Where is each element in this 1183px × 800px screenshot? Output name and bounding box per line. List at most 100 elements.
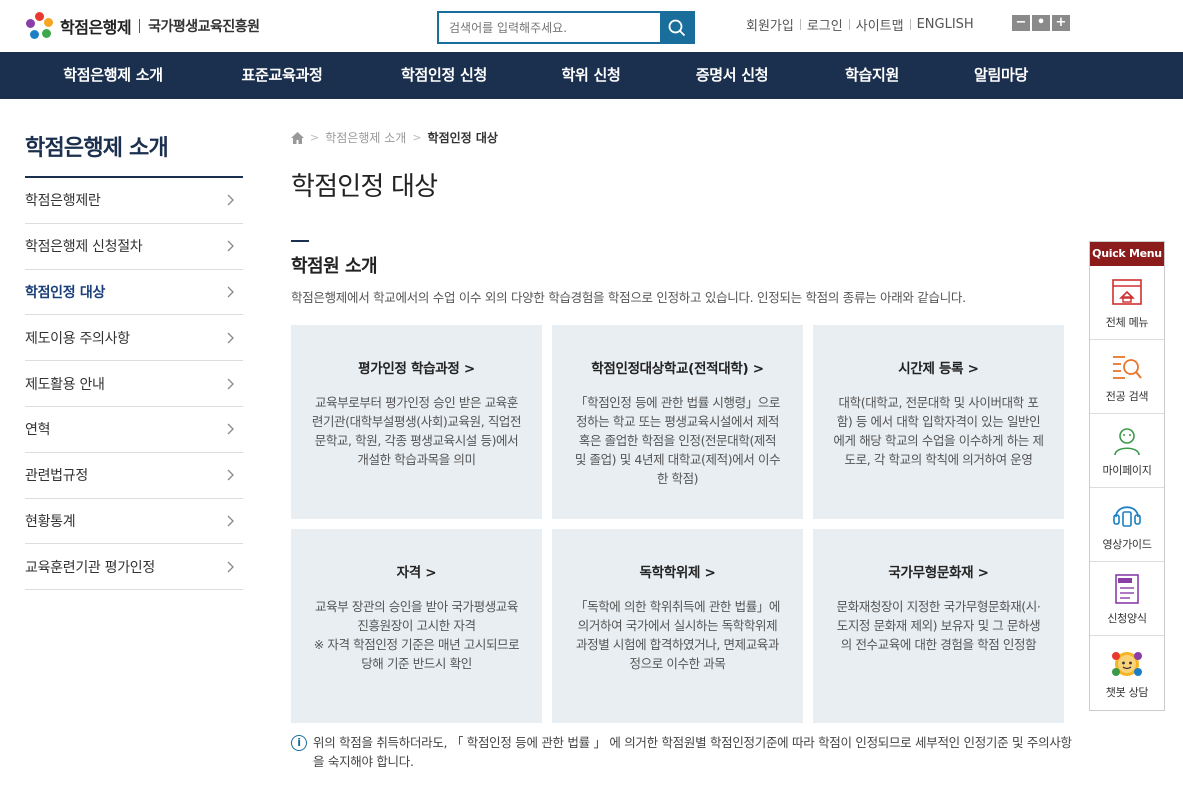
logo-flower-icon: [26, 12, 54, 40]
card-evaluated-course[interactable]: 평가인정 학습과정 > 교육부로부터 평가인정 승인 받은 교육훈련기관(대학부…: [291, 325, 542, 519]
home-icon[interactable]: [291, 131, 304, 144]
sidebar-item-precautions[interactable]: 제도이용 주의사항: [25, 315, 243, 362]
zoom-controls: − • +: [1012, 15, 1070, 31]
quick-item-label: 영상가이드: [1102, 537, 1152, 551]
sidebar-title: 학점은행제 소개: [25, 136, 169, 161]
sidebar-item-credit-target[interactable]: 학점인정 대상: [25, 270, 243, 316]
chevron-right-icon: [225, 332, 237, 344]
card-part-time[interactable]: 시간제 등록 > 대학(대학교, 전문대학 및 사이버대학 포함) 등 에서 대…: [813, 325, 1064, 519]
card-previous-school[interactable]: 학점인정대상학교(전적대학) > 「학점인정 등에 관한 법률 시행령」으로 정…: [552, 325, 803, 519]
card-title: 평가인정 학습과정 >: [358, 361, 475, 377]
breadcrumb: > 학점은행제 소개 > 학점인정 대상: [291, 129, 498, 146]
sidebar-item-regulations[interactable]: 관련법규정: [25, 453, 243, 499]
card-title: 시간제 등록 >: [898, 361, 979, 377]
search-input[interactable]: [439, 13, 661, 42]
section-title-mark: [291, 240, 309, 242]
card-body: 「독학에 의한 학위취득에 관한 법률」에 의거하여 국가에서 실시하는 독학학…: [575, 599, 780, 671]
zoom-in-button[interactable]: +: [1052, 15, 1070, 31]
nav-credit-application[interactable]: 학점인정 신청: [371, 52, 517, 99]
sidebar-item-procedure[interactable]: 학점은행제 신청절차: [25, 224, 243, 270]
sidebar-item-label: 제도활용 안내: [25, 376, 105, 393]
header: 학점은행제 국가평생교육진흥원 회원가입 로그인 사이트맵 ENGLISH − …: [0, 0, 1183, 52]
chevron-right-icon: [225, 515, 237, 527]
nav-notice[interactable]: 알림마당: [928, 52, 1074, 99]
notice-text: 위의 학점을 취득하더라도, 「 학점인정 등에 관한 법률 」 에 의거한 학…: [313, 735, 1072, 769]
major-search-icon: [1110, 350, 1144, 384]
utility-links: 회원가입 로그인 사이트맵 ENGLISH: [740, 15, 980, 34]
sidebar-item-label: 학점인정 대상: [25, 284, 106, 301]
english-link[interactable]: ENGLISH: [911, 17, 980, 32]
card-title: 국가무형문화재 >: [888, 565, 989, 581]
sidebar-item-usage-guide[interactable]: 제도활용 안내: [25, 361, 243, 407]
notice: i 위의 학점을 취득하더라도, 「 학점인정 등에 관한 법률 」 에 의거한…: [291, 733, 1081, 771]
sidebar-item-history[interactable]: 연혁: [25, 407, 243, 453]
card-title: 학점인정대상학교(전적대학) >: [591, 361, 764, 377]
quick-item-label: 마이페이지: [1102, 463, 1152, 477]
sidebar-item-label: 학점은행제란: [25, 193, 101, 210]
chatbot-icon: [1110, 646, 1144, 680]
card-self-study-degree[interactable]: 독학학위제 > 「독학에 의한 학위취득에 관한 법률」에 의거하여 국가에서 …: [552, 529, 803, 723]
card-intangible-heritage[interactable]: 국가무형문화재 > 문화재청장이 지정한 국가무형문화재(시·도지정 문화재 제…: [813, 529, 1064, 723]
sidebar-item-label: 학점은행제 신청절차: [25, 239, 143, 256]
nav-learning-support[interactable]: 학습지원: [799, 52, 945, 99]
quick-menu: Quick Menu 전체 메뉴 전공 검색 마이페이지 영상가이드 신청양식 …: [1089, 241, 1165, 711]
card-title: 독학학위제 >: [639, 565, 716, 581]
nav-standard-curriculum[interactable]: 표준교육과정: [209, 52, 355, 99]
sidebar-item-institution-eval[interactable]: 교육훈련기관 평가인정: [25, 544, 243, 591]
chevron-right-icon: [225, 194, 237, 206]
breadcrumb-separator: >: [310, 131, 320, 144]
card-body: 교육부로부터 평가인정 승인 받은 교육훈련기관(대학부설평생(사회)교육원, …: [311, 395, 522, 467]
card-body: 교육부 장관의 승인을 받아 국가평생교육진흥원장이 고시한 자격 ※ 자격 학…: [313, 599, 520, 671]
signup-link[interactable]: 회원가입: [740, 15, 800, 34]
nav-degree-application[interactable]: 학위 신청: [518, 52, 664, 99]
card-title: 자격 >: [396, 565, 437, 581]
quick-major-search[interactable]: 전공 검색: [1090, 340, 1164, 414]
form-icon: [1110, 572, 1144, 606]
site-logo[interactable]: 학점은행제 국가평생교육진흥원: [26, 12, 260, 40]
nav-credit-bank-intro[interactable]: 학점은행제 소개: [40, 52, 186, 99]
sidebar-item-label: 교육훈련기관 평가인정: [25, 559, 155, 576]
sidebar-item-label: 현황통계: [25, 513, 76, 530]
sitemap-link[interactable]: 사이트맵: [850, 15, 910, 34]
zoom-reset-button[interactable]: •: [1032, 15, 1050, 31]
info-icon: i: [291, 735, 307, 751]
quick-item-label: 전공 검색: [1105, 389, 1149, 403]
zoom-out-button[interactable]: −: [1012, 15, 1030, 31]
card-body: 「학점인정 등에 관한 법률 시행령」으로 정하는 학교 또는 평생교육시설에서…: [574, 395, 781, 486]
sidebar-menu: 학점은행제란 학점은행제 신청절차 학점인정 대상 제도이용 주의사항 제도활용…: [25, 178, 243, 591]
sidebar-item-about[interactable]: 학점은행제란: [25, 178, 243, 224]
card-qualification[interactable]: 자격 > 교육부 장관의 승인을 받아 국가평생교육진흥원장이 고시한 자격 ※…: [291, 529, 542, 723]
quick-item-label: 신청양식: [1107, 611, 1147, 625]
logo-sub-text: 국가평생교육진흥원: [148, 19, 260, 35]
chevron-right-icon: [225, 561, 237, 573]
section-description: 학점은행제에서 학교에서의 수업 이수 외의 다양한 학습경험을 학점으로 인정…: [291, 290, 966, 305]
search-icon: [668, 19, 685, 36]
chevron-right-icon: [225, 286, 237, 298]
sidebar-item-label: 제도이용 주의사항: [25, 330, 130, 347]
main-nav: 학점은행제 소개 표준교육과정 학점인정 신청 학위 신청 증명서 신청 학습지…: [0, 52, 1183, 99]
breadcrumb-level1[interactable]: 학점은행제 소개: [325, 129, 406, 146]
quick-mypage[interactable]: 마이페이지: [1090, 414, 1164, 488]
breadcrumb-current: 학점인정 대상: [427, 131, 498, 145]
sidebar-item-label: 연혁: [25, 422, 51, 439]
quick-item-label: 전체 메뉴: [1105, 315, 1149, 329]
page-title: 학점인정 대상: [291, 172, 438, 202]
logo-divider: [139, 19, 141, 33]
card-body: 대학(대학교, 전문대학 및 사이버대학 포함) 등 에서 대학 입학자격이 있…: [833, 395, 1044, 467]
chevron-right-icon: [225, 378, 237, 390]
card-body: 문화재청장이 지정한 국가무형문화재(시·도지정 문화재 제외) 보유자 및 그…: [836, 599, 1041, 652]
quick-forms[interactable]: 신청양식: [1090, 562, 1164, 636]
quick-video-guide[interactable]: 영상가이드: [1090, 488, 1164, 562]
search-box: [437, 11, 695, 44]
quick-item-label: 챗봇 상담: [1105, 686, 1149, 699]
quick-full-menu[interactable]: 전체 메뉴: [1090, 266, 1164, 340]
nav-certificate[interactable]: 증명서 신청: [659, 52, 805, 99]
sidebar-item-statistics[interactable]: 현황통계: [25, 499, 243, 545]
quick-chatbot[interactable]: 챗봇 상담: [1090, 636, 1164, 710]
chevron-right-icon: [225, 240, 237, 252]
full-menu-icon: [1110, 276, 1144, 310]
search-button[interactable]: [660, 13, 693, 42]
video-guide-icon: [1110, 498, 1144, 532]
login-link[interactable]: 로그인: [801, 15, 849, 34]
breadcrumb-separator: >: [412, 131, 422, 144]
